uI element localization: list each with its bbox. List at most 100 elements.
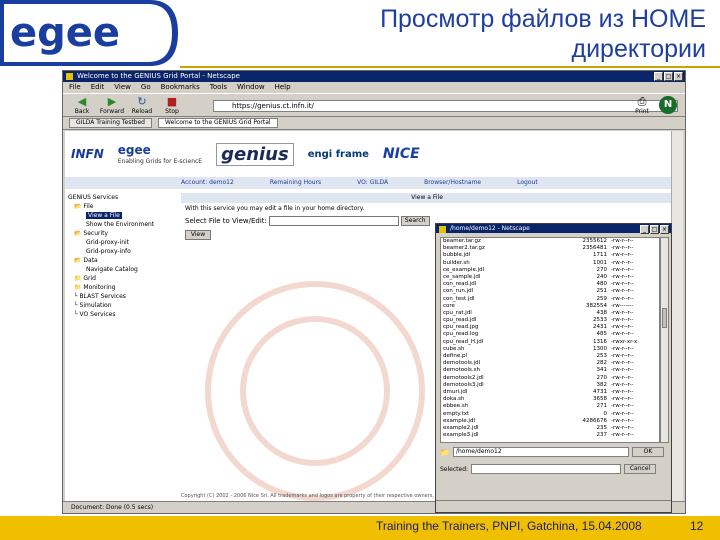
file-name: con_run.jdl xyxy=(443,288,474,295)
browser-window: Welcome to the GENIUS Grid Portal - Nets… xyxy=(62,70,686,514)
menu-go[interactable]: Go xyxy=(141,82,151,93)
file-permissions: -rw-r--r-- xyxy=(611,238,634,244)
file-row[interactable]: bubble.jdl 1711 -rw-r--r-- xyxy=(441,252,659,259)
file-row[interactable]: dmuri.jdl 4731 -rw-r--r-- xyxy=(441,389,659,396)
file-row[interactable]: con_read.jdl 480 -rw-r--r-- xyxy=(441,281,659,288)
enginframe-logo: engi frame xyxy=(307,148,369,160)
egee-small-logo: egee Enabling Grids for E-sciencE xyxy=(117,143,203,165)
menu-window[interactable]: Window xyxy=(237,82,265,93)
popup-maximize-icon[interactable]: □ xyxy=(650,225,659,234)
logout-link[interactable]: Logout xyxy=(517,177,538,189)
tab-gilda[interactable]: GILDA Training Testbed xyxy=(69,118,152,128)
file-row[interactable]: ebbee.sh 271 -rw-r--r-- xyxy=(441,403,659,410)
file-row[interactable]: demotools.sh 341 -rw-r--r-- xyxy=(441,367,659,374)
print-button[interactable]: ⎙ Print xyxy=(629,96,655,115)
tree-item-blast[interactable]: └ BLAST Services xyxy=(68,292,179,301)
file-name: con_read.jdl xyxy=(443,281,477,288)
file-row[interactable]: demotools2.jdl 270 -rw-r--r-- xyxy=(441,375,659,382)
tree-item-navigate-catalog[interactable]: Navigate Catalog xyxy=(68,265,179,274)
tree-item-proxy-info[interactable]: Grid-proxy-info xyxy=(68,247,179,256)
tree-item-proxy-init[interactable]: Grid-proxy-init xyxy=(68,238,179,247)
tree-item-simulation[interactable]: └ Simulation xyxy=(68,301,179,310)
file-list[interactable]: beamer.tar.gz 2355612 -rw-r--r-- beamer2.ta… xyxy=(440,237,660,443)
reload-button[interactable]: ↻ Reload xyxy=(129,96,155,115)
file-size: 282 xyxy=(596,360,608,367)
selected-label: Selected: xyxy=(440,465,469,473)
search-button[interactable]: Search xyxy=(400,216,430,226)
popup-close-icon[interactable]: × xyxy=(660,225,669,234)
tree-item-file[interactable]: 📂 File xyxy=(68,202,179,211)
tree-item-vo-services[interactable]: └ VO Services xyxy=(68,310,179,319)
tab-genius[interactable]: Welcome to the GENIUS Grid Portal xyxy=(158,118,278,128)
forward-button[interactable]: ▶ Forward xyxy=(99,96,125,115)
file-row[interactable]: cube.sh 1300 -rw-r--r-- xyxy=(441,346,659,353)
file-row[interactable]: empty.txt 0 -rw-r--r-- xyxy=(441,411,659,418)
file-name: cpu_rat.jdl xyxy=(443,309,472,316)
file-row[interactable]: doka.sh 3658 -rw-r--r-- xyxy=(441,396,659,403)
file-row[interactable]: beamer2.tar.gz 2356481 -rw-r--r-- xyxy=(441,245,659,252)
tree-item-show-environment[interactable]: Show the Environment xyxy=(68,220,179,229)
netscape-logo-icon: N xyxy=(659,96,677,114)
minimize-icon[interactable]: _ xyxy=(654,72,663,81)
file-row[interactable]: con_test.jdl 259 -rw-r--r-- xyxy=(441,296,659,303)
selected-field[interactable] xyxy=(471,464,622,474)
file-size: 270 xyxy=(596,266,608,273)
view-button[interactable]: View xyxy=(185,230,211,240)
info-vo: VO: GILDA xyxy=(357,179,389,186)
path-field[interactable]: /home/demo12 xyxy=(452,447,629,457)
popup-minimize-icon[interactable]: _ xyxy=(640,225,649,234)
file-row[interactable]: cpu_read.jpg 2431 -rw-r--r-- xyxy=(441,324,659,331)
file-row[interactable]: example2.jdl 235 -rw-r--r-- xyxy=(441,425,659,432)
file-row[interactable]: cpu_rat.jdl 438 -rw-r--r-- xyxy=(441,310,659,317)
file-row[interactable]: cpu_read.jdl 2533 -rw-r--r-- xyxy=(441,317,659,324)
cancel-button[interactable]: Cancel xyxy=(624,464,657,474)
file-row[interactable]: demotools3.jdl 382 -rw-r--r-- xyxy=(441,382,659,389)
ok-button[interactable]: OK xyxy=(631,447,664,457)
file-list-scrollbar[interactable] xyxy=(660,237,669,443)
menu-file[interactable]: File xyxy=(69,82,81,93)
file-name: demotools2.jdl xyxy=(443,374,484,381)
tree-root[interactable]: GENIUS Services xyxy=(68,193,179,202)
maximize-icon[interactable]: □ xyxy=(664,72,673,81)
file-row[interactable]: define.pl 253 -rw-r--r-- xyxy=(441,353,659,360)
tree-item-security[interactable]: 📂 Security xyxy=(68,229,179,238)
file-row[interactable]: example3.jdl 237 -rw-r--r-- xyxy=(441,432,659,439)
slide: egee Просмотр файлов из HOME директории … xyxy=(0,0,720,540)
file-row[interactable]: con_run.jdl 251 -rw-r--r-- xyxy=(441,288,659,295)
menu-tools[interactable]: Tools xyxy=(210,82,227,93)
menu-edit[interactable]: Edit xyxy=(91,82,105,93)
file-permissions: -rw-r--r-- xyxy=(611,381,634,388)
file-permissions: -rw-r--r-- xyxy=(611,360,634,367)
address-bar[interactable]: https://genius.ct.infn.it/ xyxy=(213,100,678,112)
file-size: 4286676 xyxy=(582,417,608,424)
tree-item-monitoring[interactable]: 📁 Monitoring xyxy=(68,283,179,292)
file-size: 237 xyxy=(596,432,608,439)
tree-item-data[interactable]: 📂 Data xyxy=(68,256,179,265)
back-button[interactable]: ◀ Back xyxy=(69,96,95,115)
tree-item-grid[interactable]: 📁 Grid xyxy=(68,274,179,283)
tree-item-view-a-file[interactable]: View a File xyxy=(68,211,179,220)
menu-help[interactable]: Help xyxy=(275,82,291,93)
file-row[interactable]: cpu_read_H.jdl 1316 -rwxr-xr-x xyxy=(441,339,659,346)
file-row[interactable]: ce_sample.jdl 240 -rw-r--r-- xyxy=(441,274,659,281)
select-file-input[interactable] xyxy=(268,216,399,226)
stop-button[interactable]: ■ Stop xyxy=(159,96,185,115)
scroll-thumb[interactable] xyxy=(662,308,667,328)
file-permissions: -rw-r--r-- xyxy=(611,424,634,431)
file-row[interactable]: beamer.tar.gz 2355612 -rw-r--r-- xyxy=(441,238,659,245)
file-permissions: -rw-r--r-- xyxy=(611,288,634,295)
egee-logo-icon: egee xyxy=(0,0,178,66)
file-row[interactable]: ce_example.jdl 270 -rw-r--r-- xyxy=(441,267,659,274)
page-scrollbar[interactable] xyxy=(671,131,683,501)
file-size: 240 xyxy=(596,273,608,280)
file-row[interactable]: builder.sh 1001 -rw-r--r-- xyxy=(441,260,659,267)
file-name: example2.jdl xyxy=(443,424,479,431)
file-row[interactable]: cpu_read.log 485 -rw-r--r-- xyxy=(441,331,659,338)
file-row[interactable]: core 382554 -rw------- xyxy=(441,303,659,310)
file-row[interactable]: example.jdl 4286676 -rw-r--r-- xyxy=(441,418,659,425)
footer-text: Training the Trainers, PNPI, Gatchina, 1… xyxy=(376,519,642,533)
close-icon[interactable]: × xyxy=(674,72,683,81)
file-row[interactable]: demotools.jdl 282 -rw-r--r-- xyxy=(441,360,659,367)
menu-bookmarks[interactable]: Bookmarks xyxy=(161,82,200,93)
menu-view[interactable]: View xyxy=(114,82,131,93)
